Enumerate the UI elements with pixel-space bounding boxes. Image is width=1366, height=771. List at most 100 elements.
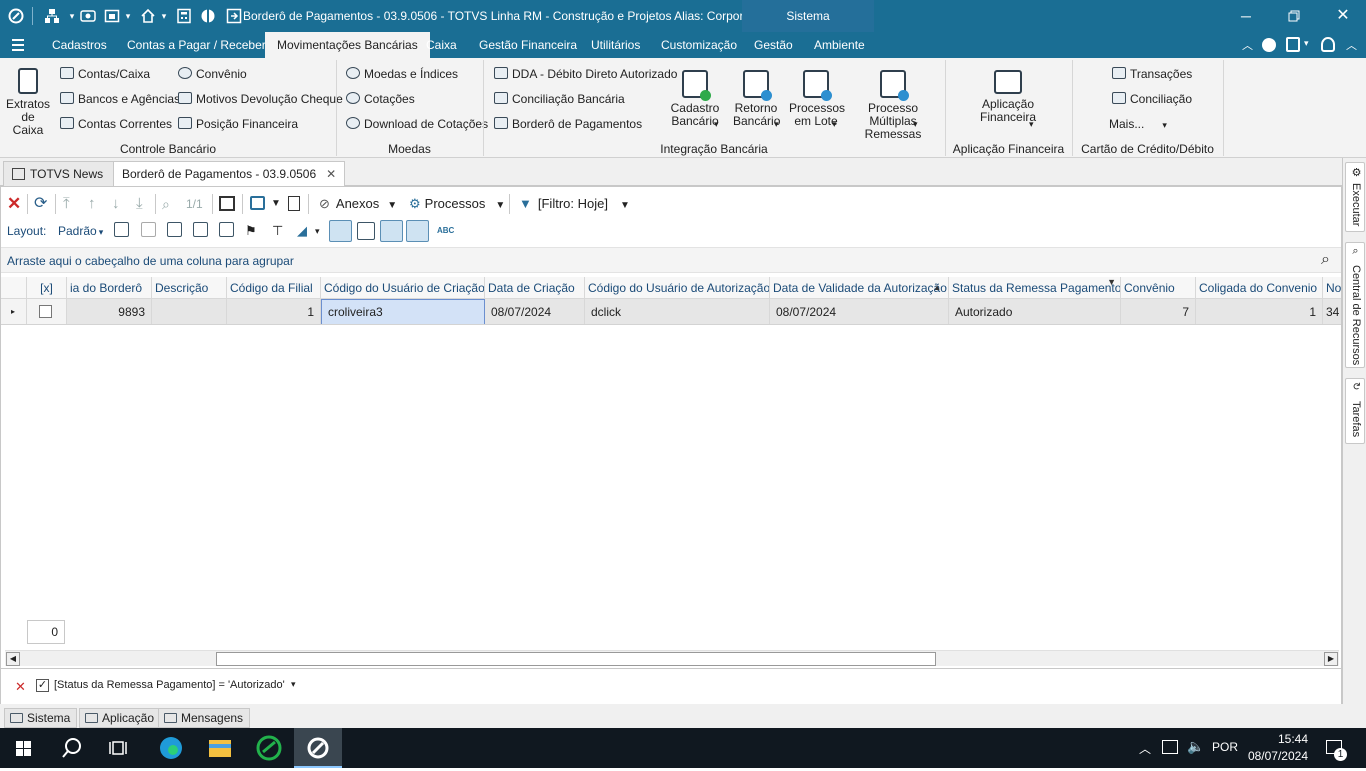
first-record-icon[interactable]: ⤒ bbox=[63, 194, 70, 214]
tab-bordero-pagamentos[interactable]: Borderô de Pagamentos - 03.9.0506 ✕ bbox=[113, 161, 346, 187]
contas-caixa-link[interactable]: Contas/Caixa bbox=[60, 65, 150, 83]
edge-browser-icon[interactable] bbox=[146, 728, 194, 768]
menu-gestao-financeira[interactable]: Gestão Financeira bbox=[467, 32, 589, 58]
menu-ambiente[interactable]: Ambiente bbox=[802, 32, 877, 58]
chevron-down-icon[interactable]: ▾ bbox=[120, 8, 136, 24]
search-icon[interactable]: ⌕ bbox=[162, 194, 170, 214]
home-icon[interactable] bbox=[140, 8, 156, 24]
filter-enabled-checkbox[interactable]: ✓ bbox=[36, 679, 49, 692]
layout-split-icon[interactable] bbox=[357, 222, 375, 240]
network-icon[interactable] bbox=[44, 8, 60, 24]
view-icon[interactable] bbox=[80, 8, 96, 24]
processos-dropdown[interactable]: ⚙ Processos ▼ bbox=[409, 194, 505, 214]
motivos-devolucao-link[interactable]: Motivos Devolução Cheque bbox=[178, 90, 343, 108]
show-hidden-icons[interactable]: ︿ bbox=[1139, 740, 1151, 757]
delete-layout-icon[interactable] bbox=[141, 222, 156, 237]
col-header-descricao[interactable]: Descrição bbox=[152, 277, 227, 298]
executar-tab[interactable]: Executar ⚙ bbox=[1345, 162, 1365, 232]
chevron-down-icon[interactable]: ▾ bbox=[1304, 38, 1309, 49]
cell-descricao[interactable] bbox=[152, 299, 227, 324]
chevron-down-icon[interactable]: ▾ bbox=[156, 8, 172, 24]
central-recursos-tab[interactable]: Central de Recursos ⌕ bbox=[1345, 242, 1365, 368]
chevron-up-icon[interactable]: ︿ bbox=[1346, 37, 1357, 53]
network-icon[interactable] bbox=[1162, 740, 1178, 754]
import-layout-icon[interactable] bbox=[193, 222, 208, 237]
filter-expression[interactable]: [Status da Remessa Pagamento] = 'Autoriz… bbox=[54, 679, 285, 691]
calculator-icon[interactable] bbox=[176, 8, 192, 24]
col-header-filial[interactable]: Código da Filial bbox=[227, 277, 321, 298]
menu-cadastros[interactable]: Cadastros bbox=[40, 32, 119, 58]
layout-center-icon[interactable] bbox=[406, 220, 429, 242]
chevron-down-icon[interactable]: ▾ bbox=[315, 221, 320, 241]
layout-top-icon[interactable] bbox=[380, 220, 403, 242]
last-record-icon[interactable]: ⤓ bbox=[136, 194, 143, 214]
layout-icon[interactable] bbox=[1286, 37, 1300, 52]
report-icon[interactable] bbox=[288, 196, 300, 211]
user-icon[interactable] bbox=[1321, 37, 1335, 52]
col-header-validade-autorizacao[interactable]: Data de Validade da Autorização ▲ bbox=[770, 277, 949, 298]
col-header-status-remessa[interactable]: Status da Remessa Pagamento ▼ bbox=[949, 277, 1121, 298]
chart-icon[interactable]: ◢ bbox=[297, 221, 307, 241]
pin-icon[interactable]: ⚑ bbox=[245, 221, 257, 241]
status-tab-aplicacao[interactable]: Aplicação bbox=[79, 708, 162, 728]
window-icon[interactable] bbox=[104, 8, 120, 24]
help-icon[interactable] bbox=[1262, 38, 1276, 52]
conciliacao-bancaria-link[interactable]: Conciliação Bancária bbox=[494, 90, 625, 108]
moedas-indices-link[interactable]: Moedas e Índices bbox=[346, 65, 458, 83]
filtro-dropdown[interactable]: ▼ [Filtro: Hoje] ▼ bbox=[519, 194, 630, 214]
scrollbar-thumb[interactable] bbox=[216, 652, 936, 666]
restore-button[interactable] bbox=[1284, 6, 1304, 26]
menu-utilitarios[interactable]: Utilitários bbox=[579, 32, 652, 58]
download-cotacoes-link[interactable]: Download de Cotações bbox=[346, 115, 488, 133]
col-header-coligada-convenio[interactable]: Coligada do Convenio bbox=[1196, 277, 1323, 298]
clock-time[interactable]: 15:44 bbox=[1248, 732, 1308, 746]
clock-date[interactable]: 08/07/2024 bbox=[1243, 749, 1308, 763]
col-header-data-criacao[interactable]: Data de Criação bbox=[485, 277, 585, 298]
search-icon[interactable] bbox=[48, 728, 96, 768]
bancos-agencias-link[interactable]: Bancos e Agências bbox=[60, 90, 180, 108]
menu-contas-pagar-receber[interactable]: Contas a Pagar / Receber bbox=[115, 32, 278, 58]
col-header-convenio[interactable]: Convênio bbox=[1121, 277, 1196, 298]
table-row[interactable]: ▸ 9893 1 croliveira3 08/07/2024 dclick 0… bbox=[1, 299, 1341, 325]
scroll-right-icon[interactable]: ▶ bbox=[1324, 652, 1338, 666]
layout-bottom-icon[interactable] bbox=[329, 220, 352, 242]
pushpin-icon[interactable]: ⊤ bbox=[272, 221, 283, 241]
task-view-icon[interactable] bbox=[96, 728, 144, 768]
windows-start-icon[interactable] bbox=[0, 728, 48, 768]
rename-layout-icon[interactable] bbox=[167, 222, 182, 237]
posicao-financeira-link[interactable]: Posição Financeira bbox=[178, 115, 298, 133]
col-header-nor[interactable]: Nor bbox=[1323, 277, 1341, 298]
search-icon[interactable]: ⌕ bbox=[1321, 251, 1330, 269]
collapse-ribbon-icon[interactable]: ︿ bbox=[1242, 37, 1253, 53]
delete-icon[interactable]: ✕ bbox=[7, 194, 21, 214]
status-tab-sistema[interactable]: Sistema bbox=[4, 708, 78, 728]
chevron-down-icon[interactable]: ▾ bbox=[913, 119, 918, 130]
transacoes-link[interactable]: Transações bbox=[1112, 65, 1192, 83]
export-layout-icon[interactable] bbox=[219, 222, 234, 237]
status-tab-mensagens[interactable]: Mensagens bbox=[158, 708, 251, 728]
new-layout-icon[interactable] bbox=[114, 222, 129, 237]
select-all-header[interactable]: [x] bbox=[27, 277, 67, 298]
export-icon[interactable] bbox=[250, 196, 265, 210]
scroll-left-icon[interactable]: ◀ bbox=[6, 652, 20, 666]
aplicacao-financeira-button[interactable]: Aplicação Financeira bbox=[968, 70, 1048, 124]
conciliacao-cartao-link[interactable]: Conciliação bbox=[1112, 90, 1192, 108]
col-header-bordero[interactable]: ia do Borderô bbox=[67, 277, 152, 298]
cell-status-remessa[interactable]: Autorizado bbox=[949, 299, 1121, 324]
close-tab-icon[interactable]: ✕ bbox=[326, 167, 336, 181]
chevron-down-icon[interactable]: ▼ bbox=[271, 194, 281, 214]
chevron-down-icon[interactable]: ▾ bbox=[832, 119, 837, 130]
refresh-icon[interactable]: ⟳ bbox=[34, 194, 47, 214]
menu-customizacao[interactable]: Customização bbox=[649, 32, 749, 58]
volume-muted-icon[interactable]: 🔈 bbox=[1187, 738, 1204, 755]
cell-coligada-convenio[interactable]: 1 bbox=[1196, 299, 1323, 324]
bordero-pagamentos-link[interactable]: Borderô de Pagamentos bbox=[494, 115, 642, 133]
chevron-down-icon[interactable]: ▾ bbox=[774, 119, 779, 130]
minimize-button[interactable]: ─ bbox=[1236, 6, 1256, 26]
cell-usuario-autorizacao[interactable]: dclick bbox=[585, 299, 770, 324]
spellcheck-icon[interactable]: ABC bbox=[437, 221, 454, 241]
filter-icon[interactable]: ▼ bbox=[1107, 277, 1116, 293]
hamburger-menu-icon[interactable] bbox=[10, 38, 26, 52]
columns-icon[interactable] bbox=[219, 196, 235, 211]
group-by-bar[interactable]: Arraste aqui o cabeçalho de uma coluna p… bbox=[1, 247, 1341, 273]
